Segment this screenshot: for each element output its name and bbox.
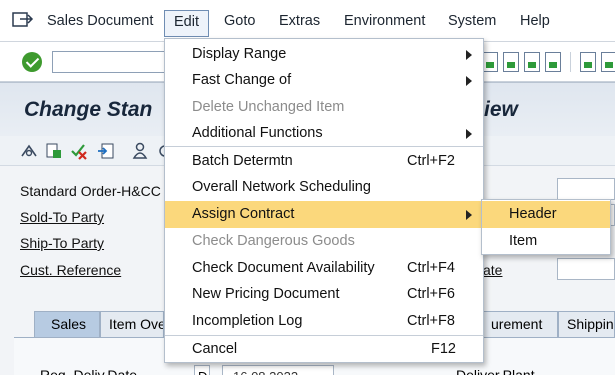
submenu-arrow-icon — [466, 76, 472, 86]
command-field[interactable] — [52, 51, 172, 73]
tab-item-overview[interactable]: Item Ove — [100, 311, 164, 337]
create-session-icon[interactable] — [580, 52, 596, 72]
menu-bar: Sales Document Edit Goto Extras Environm… — [0, 0, 615, 42]
menu-extras[interactable]: Extras — [279, 13, 320, 29]
assign-contract-submenu: Header Item — [481, 199, 611, 255]
menu-item-label: New Pricing Document — [192, 286, 340, 302]
document-flow-icon[interactable] — [45, 142, 63, 160]
shortcut-label: Ctrl+F8 — [407, 313, 455, 329]
submenu-arrow-icon — [466, 129, 472, 139]
deliver-plant-label: Deliver.Plant — [456, 367, 535, 375]
shortcut-label: Ctrl+F2 — [407, 153, 455, 169]
submenu-item-label: Header — [509, 206, 557, 222]
menu-item-check-availability[interactable]: Check Document Availability Ctrl+F4 — [165, 255, 483, 282]
menu-item-label: Cancel — [192, 341, 238, 357]
submenu-arrow-icon — [466, 50, 472, 60]
toolbar-separator — [570, 52, 571, 72]
menu-item-additional-functions[interactable]: Additional Functions — [165, 120, 483, 147]
submenu-arrow-icon — [466, 210, 472, 220]
import-icon[interactable] — [97, 142, 115, 160]
submenu-item-label: Item — [509, 233, 538, 249]
edit-menu: Display Range Fast Change of Delete Unch… — [164, 38, 484, 363]
menu-item-new-pricing[interactable]: New Pricing Document Ctrl+F6 — [165, 281, 483, 308]
cust-reference-label[interactable]: Cust. Reference — [20, 262, 121, 278]
display-change-icon[interactable] — [20, 142, 38, 160]
menu-goto[interactable]: Goto — [224, 13, 255, 29]
menu-item-assign-contract[interactable]: Assign Contract — [165, 201, 483, 228]
menu-item-label: Delete Unchanged Item — [192, 99, 345, 115]
menu-item-incompletion-log[interactable]: Incompletion Log Ctrl+F8 — [165, 308, 483, 335]
menu-sales-document[interactable]: Sales Document — [47, 13, 153, 29]
check-delete-icon[interactable] — [70, 142, 88, 160]
shortcut-label: Ctrl+F6 — [407, 286, 455, 302]
navigation-icons — [482, 52, 615, 72]
menu-item-label: Assign Contract — [192, 206, 295, 222]
menu-item-display-range[interactable]: Display Range — [165, 41, 483, 68]
page-title-end: iew — [484, 98, 518, 121]
shortcut-label: Ctrl+F4 — [407, 260, 455, 276]
menu-item-cancel[interactable]: Cancel F12 — [165, 336, 483, 363]
next-page-icon[interactable] — [524, 52, 540, 72]
menu-item-label: Check Dangerous Goods — [192, 233, 355, 249]
last-page-icon[interactable] — [545, 52, 561, 72]
previous-page-icon[interactable] — [503, 52, 519, 72]
shortcut-label: F12 — [431, 341, 456, 357]
req-deliv-date-field[interactable]: 16.08.2022 — [222, 365, 334, 375]
menu-item-label: Batch Determtn — [192, 153, 293, 169]
menu-item-label: Additional Functions — [192, 125, 323, 141]
menu-item-delete-unchanged: Delete Unchanged Item — [165, 94, 483, 121]
cust-ref-date-field[interactable] — [557, 258, 615, 280]
exit-icon[interactable] — [12, 12, 34, 30]
date-format-field[interactable]: D — [194, 365, 210, 375]
partner-icon[interactable] — [131, 142, 149, 160]
first-page-icon[interactable] — [482, 52, 498, 72]
menu-item-label: Display Range — [192, 46, 287, 62]
menu-separator — [165, 146, 483, 147]
submenu-item-item[interactable]: Item — [482, 228, 610, 255]
menu-edit[interactable]: Edit — [164, 10, 209, 37]
enter-check-icon[interactable] — [22, 52, 42, 72]
menu-environment[interactable]: Environment — [344, 13, 425, 29]
menu-item-batch-determination[interactable]: Batch Determtn Ctrl+F2 — [165, 148, 483, 175]
order-type-label: Standard Order-H&CC — [20, 183, 161, 199]
menu-item-network-scheduling[interactable]: Overall Network Scheduling — [165, 174, 483, 201]
tab-procurement[interactable]: urement — [482, 311, 558, 337]
menu-item-label: Fast Change of — [192, 72, 292, 88]
tab-shipping[interactable]: Shipping — [558, 311, 615, 337]
page-title: Change Stan — [24, 98, 153, 121]
menu-item-check-dangerous-goods: Check Dangerous Goods — [165, 228, 483, 255]
menu-item-label: Overall Network Scheduling — [192, 179, 371, 195]
ship-to-party-label[interactable]: Ship-To Party — [20, 235, 104, 251]
submenu-item-header[interactable]: Header — [482, 201, 610, 228]
tab-sales[interactable]: Sales — [34, 311, 100, 337]
menu-item-label: Check Document Availability — [192, 260, 375, 276]
cust-ref-date-label[interactable]: ate — [483, 262, 502, 278]
menu-item-label: Incompletion Log — [192, 313, 303, 329]
req-deliv-date-label: Req. Deliv.Date — [40, 367, 138, 375]
shortcut-icon[interactable] — [601, 52, 615, 72]
menu-help[interactable]: Help — [520, 13, 550, 29]
order-type-field[interactable] — [557, 178, 615, 200]
menu-system[interactable]: System — [448, 13, 496, 29]
sold-to-party-label[interactable]: Sold-To Party — [20, 209, 104, 225]
menu-item-fast-change[interactable]: Fast Change of — [165, 67, 483, 94]
